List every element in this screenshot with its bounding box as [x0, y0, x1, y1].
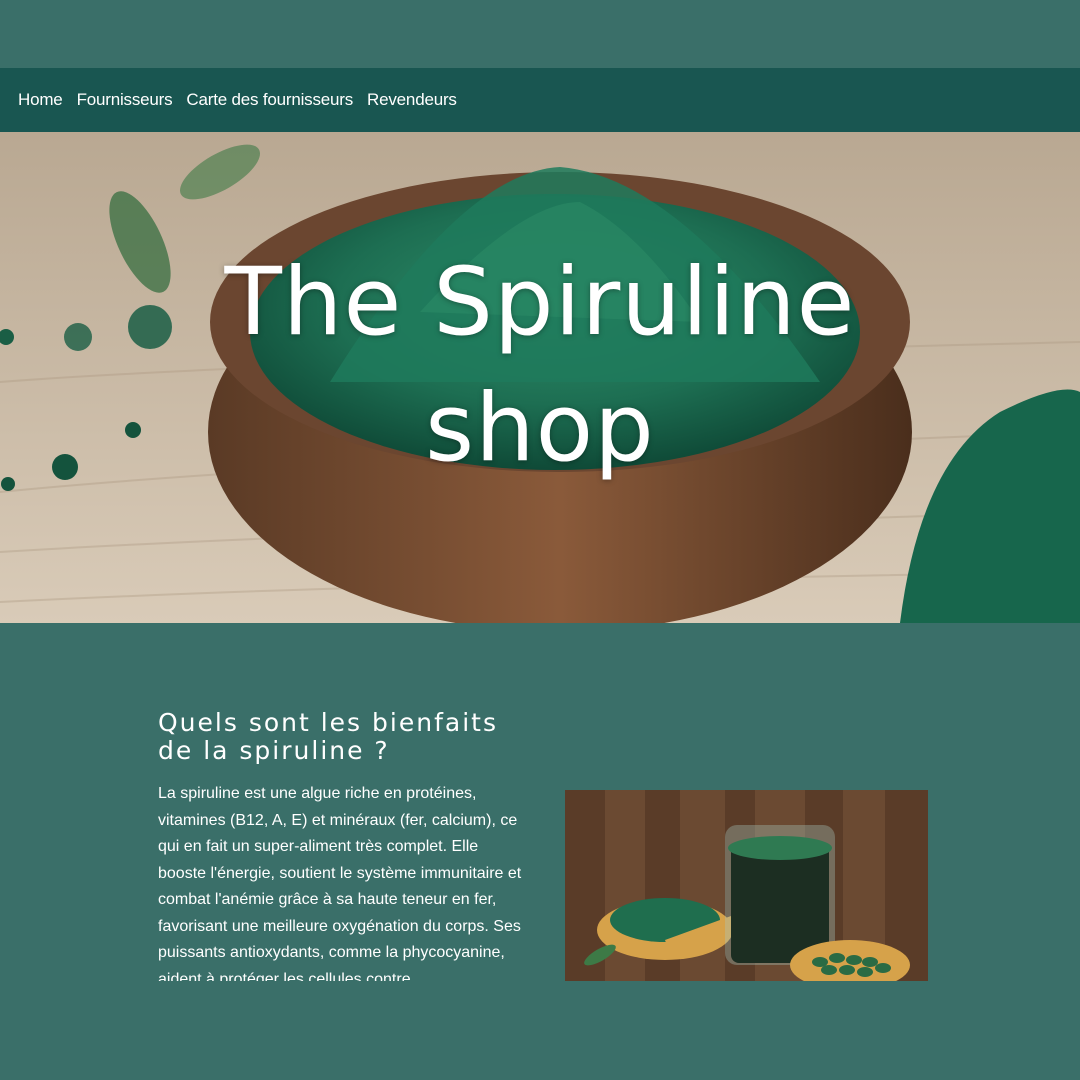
top-bar — [0, 0, 1080, 68]
nav-home[interactable]: Home — [18, 90, 63, 110]
main-nav: Home Fournisseurs Carte des fournisseurs… — [0, 68, 1080, 132]
hero-banner: The Spiruline shop — [0, 132, 1080, 623]
benefits-heading: Quels sont les bienfaits de la spiruline… — [158, 708, 498, 765]
hero-title: The Spiruline shop — [0, 240, 1080, 492]
nav-fournisseurs[interactable]: Fournisseurs — [77, 90, 173, 110]
nav-carte-des-fournisseurs[interactable]: Carte des fournisseurs — [186, 90, 353, 110]
hero-title-line-1: The Spiruline — [224, 248, 856, 357]
page-footer-band — [0, 981, 1080, 1080]
hero-title-line-2: shop — [425, 374, 655, 483]
spirulina-drink-image — [565, 790, 928, 981]
benefits-paragraph: La spiruline est une algue riche en prot… — [158, 785, 522, 981]
benefits-section: Quels sont les bienfaits de la spiruline… — [0, 623, 1080, 981]
nav-revendeurs[interactable]: Revendeurs — [367, 90, 457, 110]
